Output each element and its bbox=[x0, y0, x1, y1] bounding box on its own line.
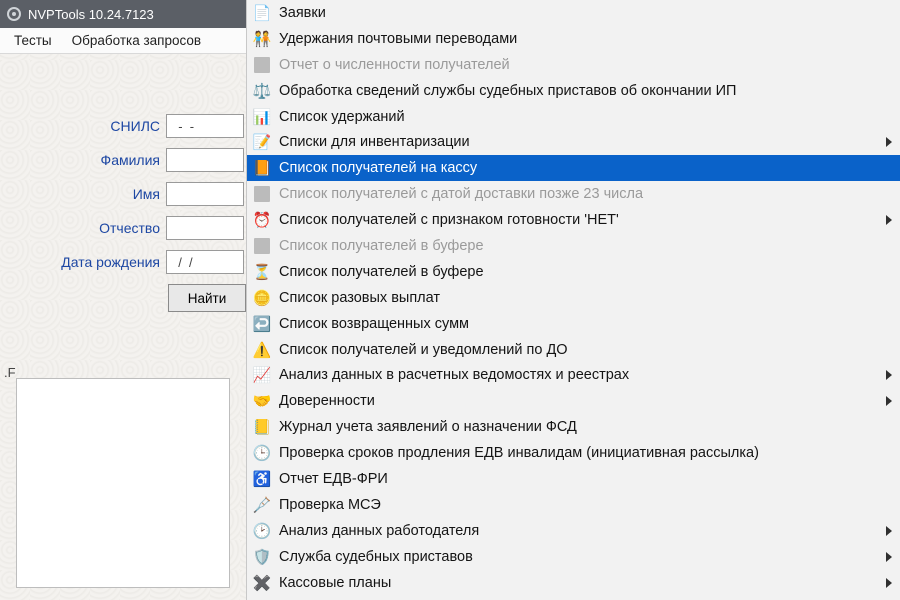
menu-item-label: Анализ данных в расчетных ведомостях и р… bbox=[279, 367, 894, 383]
menu-item-label: Список возвращенных сумм bbox=[279, 316, 894, 332]
menu-item-label: Список удержаний bbox=[279, 109, 894, 125]
menu-item-label: Проверка МСЭ bbox=[279, 497, 894, 513]
wheelchair-icon: ♿ bbox=[251, 469, 273, 489]
menu-item[interactable]: ⚠️ Список получателей и уведомлений по ДО bbox=[247, 337, 900, 363]
chevron-right-icon bbox=[886, 526, 892, 536]
warning-icon: ⚠️ bbox=[251, 340, 273, 360]
chevron-right-icon bbox=[886, 552, 892, 562]
menu-item[interactable]: ⏳ Список получателей в буфере bbox=[247, 259, 900, 285]
menubar-requests[interactable]: Обработка запросов bbox=[62, 31, 211, 50]
menu-item: Список получателей в буфере bbox=[247, 233, 900, 259]
menu-item-label: Список получателей и уведомлений по ДО bbox=[279, 342, 894, 358]
menu-item-label: Проверка сроков продления ЕДВ инвалидам … bbox=[279, 445, 894, 461]
menu-item-label: Список получателей с признаком готовност… bbox=[279, 212, 894, 228]
snils-input[interactable] bbox=[166, 114, 244, 138]
menu-item[interactable]: 📝 Списки для инвентаризации bbox=[247, 129, 900, 155]
clock-find-icon: 🕒 bbox=[251, 443, 273, 463]
folder-icon: 📙 bbox=[251, 158, 273, 178]
menu-item-label: Удержания почтовыми переводами bbox=[279, 31, 894, 47]
gray-box bbox=[251, 236, 273, 256]
chevron-right-icon bbox=[886, 215, 892, 225]
search-form: СНИЛС Фамилия Имя Отчество Дата рождения… bbox=[0, 54, 246, 312]
menu-item-label: Кассовые планы bbox=[279, 575, 894, 591]
gray-box bbox=[251, 184, 273, 204]
menu-item[interactable]: ✖️ Кассовые планы bbox=[247, 570, 900, 596]
menu-item[interactable]: 📒 Журнал учета заявлений о назначении ФСД bbox=[247, 414, 900, 440]
menu-item[interactable]: ♿ Отчет ЕДВ-ФРИ bbox=[247, 466, 900, 492]
separator-label: .F bbox=[4, 365, 16, 380]
return-icon: ↩️ bbox=[251, 314, 273, 334]
menu-item: Список получателей с датой доставки позж… bbox=[247, 181, 900, 207]
analysis-icon: 🕑 bbox=[251, 521, 273, 541]
table-icon: 📊 bbox=[251, 107, 273, 127]
imya-label: Имя bbox=[133, 186, 160, 202]
form-icon: 📄 bbox=[251, 3, 273, 23]
menu-item-label: Служба судебных приставов bbox=[279, 549, 894, 565]
menu-item-label: Отчет ЕДВ-ФРИ bbox=[279, 471, 894, 487]
familiya-label: Фамилия bbox=[101, 152, 160, 168]
chevron-right-icon bbox=[886, 578, 892, 588]
crutch-icon: 🩼 bbox=[251, 495, 273, 515]
menu-item[interactable]: 📈 Анализ данных в расчетных ведомостях и … bbox=[247, 362, 900, 388]
checklist-icon: 📝 bbox=[251, 132, 273, 152]
menu-item-label: Отчет о численности получателей bbox=[279, 57, 894, 73]
menu-item-label: Анализ данных работодателя bbox=[279, 523, 894, 539]
clock-bell-icon: ⏰ bbox=[251, 210, 273, 230]
menu-item-label: Список получателей на кассу bbox=[279, 160, 894, 176]
menu-item-label: Журнал учета заявлений о назначении ФСД bbox=[279, 419, 894, 435]
menu-item[interactable]: 🕒 Проверка сроков продления ЕДВ инвалидам… bbox=[247, 440, 900, 466]
menu-item-label: Список получателей с датой доставки позж… bbox=[279, 186, 894, 202]
window-title: NVPTools 10.24.7123 bbox=[28, 7, 154, 22]
menu-item-label: Список получателей в буфере bbox=[279, 264, 894, 280]
menu-item[interactable]: 🛡️ Служба судебных приставов bbox=[247, 544, 900, 570]
menu-item[interactable]: ⚖️ Обработка сведений службы судебных при… bbox=[247, 78, 900, 104]
menu-item-label: Списки для инвентаризации bbox=[279, 134, 894, 150]
chart-icon: 📈 bbox=[251, 365, 273, 385]
menubar-tests[interactable]: Тесты bbox=[4, 31, 62, 50]
menu-item[interactable]: 🧑‍🤝‍🧑 Удержания почтовыми переводами bbox=[247, 26, 900, 52]
dob-input[interactable] bbox=[166, 250, 244, 274]
menu-item[interactable]: 📙 Список получателей на кассу bbox=[247, 155, 900, 181]
handshake-icon: 🤝 bbox=[251, 391, 273, 411]
coins-icon: 🪙 bbox=[251, 288, 273, 308]
hourglass-icon: ⏳ bbox=[251, 262, 273, 282]
chevron-right-icon bbox=[886, 137, 892, 147]
menu-item[interactable]: ↩️ Список возвращенных сумм bbox=[247, 311, 900, 337]
menu-item[interactable]: 🤝 Доверенности bbox=[247, 388, 900, 414]
menu-item[interactable]: 📄 Заявки bbox=[247, 0, 900, 26]
menu-item-label: Заявки bbox=[279, 5, 894, 21]
menu-item: Отчет о численности получателей bbox=[247, 52, 900, 78]
context-menu: 📄 Заявки 🧑‍🤝‍🧑 Удержания почтовыми перевода… bbox=[246, 0, 900, 600]
menu-item[interactable]: 📊 Список удержаний bbox=[247, 104, 900, 130]
chevron-right-icon bbox=[886, 370, 892, 380]
menu-item[interactable]: 🕑 Анализ данных работодателя bbox=[247, 518, 900, 544]
snils-label: СНИЛС bbox=[110, 118, 160, 134]
results-panel bbox=[16, 378, 230, 588]
gray-box bbox=[251, 55, 273, 75]
imya-input[interactable] bbox=[166, 182, 244, 206]
plan-icon: ✖️ bbox=[251, 573, 273, 593]
ledger-icon: 📒 bbox=[251, 417, 273, 437]
menu-item-label: Список разовых выплат bbox=[279, 290, 894, 306]
post-hold-icon: 🧑‍🤝‍🧑 bbox=[251, 29, 273, 49]
badge-icon: 🛡️ bbox=[251, 547, 273, 567]
menu-item[interactable]: 🪙 Список разовых выплат bbox=[247, 285, 900, 311]
find-button[interactable]: Найти bbox=[168, 284, 246, 312]
chevron-right-icon bbox=[886, 396, 892, 406]
menu-item[interactable]: ⏰ Список получателей с признаком готовнос… bbox=[247, 207, 900, 233]
menu-item[interactable]: 🩼 Проверка МСЭ bbox=[247, 492, 900, 518]
menu-item-label: Список получателей в буфере bbox=[279, 238, 894, 254]
dob-label: Дата рождения bbox=[61, 254, 160, 270]
menu-item-label: Обработка сведений службы судебных прист… bbox=[279, 83, 894, 99]
familiya-input[interactable] bbox=[166, 148, 244, 172]
gear-icon bbox=[6, 6, 22, 22]
menu-item-label: Доверенности bbox=[279, 393, 894, 409]
otchestvo-label: Отчество bbox=[99, 220, 160, 236]
gavel-icon: ⚖️ bbox=[251, 81, 273, 101]
otchestvo-input[interactable] bbox=[166, 216, 244, 240]
